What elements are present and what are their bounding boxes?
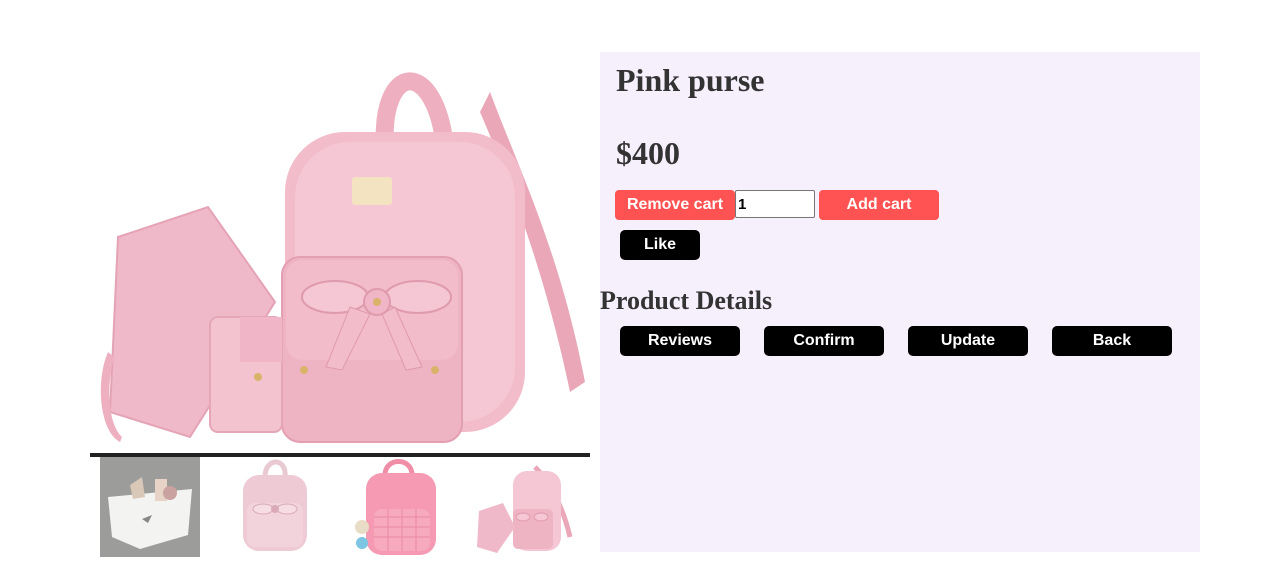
thumbnail-pink-backpack-set[interactable]	[475, 457, 575, 557]
remove-cart-button[interactable]: Remove cart	[615, 190, 735, 220]
product-details-heading: Product Details	[600, 286, 773, 315]
product-details-panel: Pink purse $400 Remove cart Add cart Lik…	[600, 52, 1200, 552]
confirm-button[interactable]: Confirm	[764, 326, 884, 356]
product-title: Pink purse	[616, 62, 765, 98]
thumbnail-white-purse[interactable]	[100, 457, 200, 557]
main-product-image	[90, 52, 590, 452]
add-cart-button[interactable]: Add cart	[819, 190, 939, 220]
pink-backpack-set-illustration	[100, 72, 585, 443]
product-price: $400	[616, 135, 680, 171]
thumbnail-pink-quilted-backpack[interactable]	[350, 457, 450, 557]
pink-backpack-set-thumbnail-image	[475, 457, 575, 557]
pink-quilted-backpack-thumbnail-image	[350, 457, 450, 557]
reviews-button[interactable]: Reviews	[620, 326, 740, 356]
like-button[interactable]: Like	[620, 230, 700, 260]
update-button[interactable]: Update	[908, 326, 1028, 356]
thumbnail-pink-bow-backpack[interactable]	[225, 457, 325, 557]
quantity-input[interactable]	[735, 190, 815, 218]
white-purse-thumbnail-image	[100, 457, 200, 557]
back-button[interactable]: Back	[1052, 326, 1172, 356]
pink-bow-backpack-thumbnail-image	[225, 457, 325, 557]
